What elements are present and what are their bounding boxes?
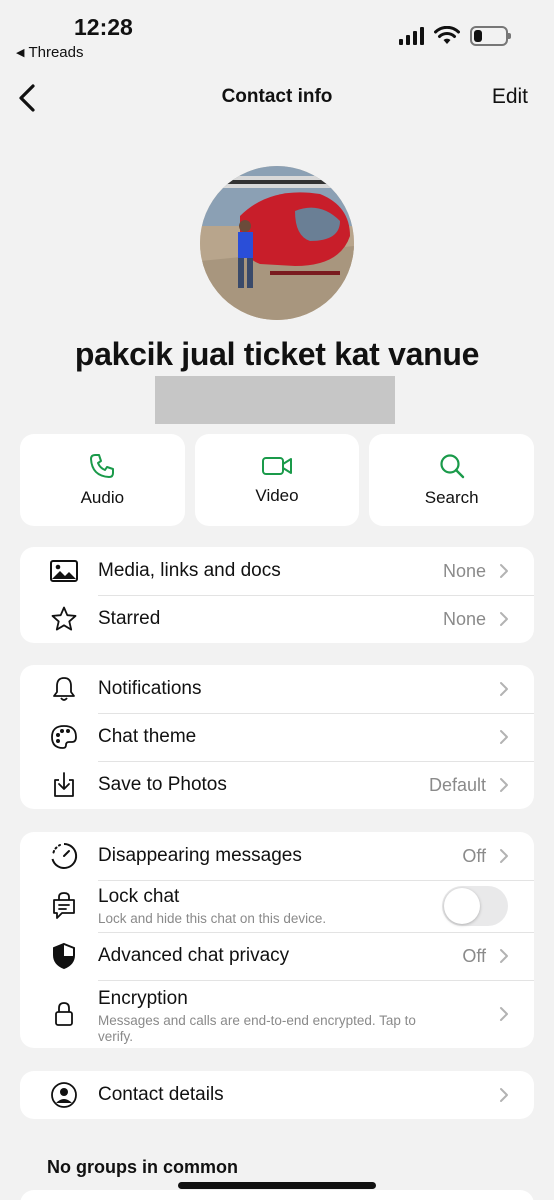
encryption-row[interactable]: Encryption Messages and calls are end-to…: [20, 980, 534, 1048]
contact-avatar[interactable]: [200, 166, 354, 320]
chevron-right-icon: [500, 778, 508, 792]
audio-label: Audio: [80, 488, 125, 507]
download-icon: [48, 769, 80, 801]
notifications-row[interactable]: Notifications: [20, 665, 534, 713]
advanced-chat-privacy-value: Off: [462, 945, 486, 966]
back-app-label: Threads: [28, 44, 84, 61]
redacted-phone-number: [155, 376, 395, 424]
chevron-right-icon: [500, 730, 508, 744]
lock-chat-row: Lock chat Lock and hide this chat on thi…: [20, 880, 534, 932]
groups-in-common-heading: No groups in common: [47, 1157, 238, 1177]
chat-theme-row[interactable]: Chat theme: [20, 713, 534, 761]
status-time: 12:28: [74, 14, 133, 40]
wifi-icon: [434, 26, 460, 44]
notifications-theme-group: Notifications Chat theme Save to Photos …: [20, 665, 534, 809]
starred-label: Starred: [98, 608, 161, 629]
media-links-docs-row[interactable]: Media, links and docs None: [20, 547, 534, 595]
contact-details-group: Contact details: [20, 1071, 534, 1119]
starred-row[interactable]: Starred None: [20, 595, 534, 643]
bell-icon: [48, 673, 80, 705]
encryption-description: Messages and calls are end-to-end encryp…: [98, 1013, 416, 1045]
lock-chat-toggle[interactable]: [442, 886, 508, 926]
edit-button[interactable]: Edit: [492, 85, 528, 109]
star-icon: [48, 603, 80, 635]
audio-call-button[interactable]: Audio: [20, 434, 185, 526]
person-circle-icon: [48, 1079, 80, 1111]
starred-value: None: [442, 608, 486, 629]
encryption-label: Encryption: [98, 988, 188, 1009]
privacy-group: Disappearing messages Off Lock chat Lock…: [20, 832, 534, 1048]
search-button[interactable]: Search: [369, 434, 535, 526]
avatar-photo: [200, 166, 354, 320]
contact-details-label: Contact details: [98, 1084, 224, 1105]
advanced-chat-privacy-label: Advanced chat privacy: [98, 945, 290, 966]
chevron-right-icon: [500, 564, 508, 578]
video-call-button[interactable]: Video: [194, 434, 360, 526]
lock-chat-description: Lock and hide this chat on this device.: [98, 911, 327, 926]
home-indicator: [178, 1182, 376, 1189]
video-label: Video: [255, 486, 299, 505]
toggle-knob: [444, 888, 480, 924]
back-to-app-link[interactable]: ◀ Threads: [16, 44, 84, 61]
shield-icon: [48, 940, 80, 972]
contact-details-row[interactable]: Contact details: [20, 1071, 534, 1119]
groups-card: [20, 1190, 534, 1200]
disappearing-messages-label: Disappearing messages: [98, 845, 302, 866]
save-to-photos-label: Save to Photos: [98, 774, 227, 795]
save-to-photos-row[interactable]: Save to Photos Default: [20, 761, 534, 809]
phone-icon: [90, 454, 115, 478]
search-label: Search: [424, 488, 479, 507]
chevron-right-icon: [500, 612, 508, 626]
status-icons: [399, 26, 511, 46]
navigation-bar: Contact info Edit: [0, 76, 554, 120]
lock-icon: [48, 998, 80, 1030]
disappearing-messages-row[interactable]: Disappearing messages Off: [20, 832, 534, 880]
page-title: Contact info: [221, 86, 333, 107]
media-value: None: [442, 560, 486, 581]
photo-icon: [48, 555, 80, 587]
lock-chat-label: Lock chat: [98, 886, 180, 907]
notifications-label: Notifications: [98, 678, 202, 699]
media-starred-group: Media, links and docs None Starred None: [20, 547, 534, 643]
video-icon: [262, 457, 292, 475]
chevron-right-icon: [500, 1088, 508, 1102]
advanced-chat-privacy-row[interactable]: Advanced chat privacy Off: [20, 932, 534, 980]
timer-icon: [48, 840, 80, 872]
palette-icon: [48, 721, 80, 753]
status-bar: 12:28 ◀ Threads: [0, 0, 554, 70]
battery-icon: [470, 26, 511, 46]
chat-lock-icon: [48, 890, 80, 922]
chevron-right-icon: [500, 682, 508, 696]
search-icon: [440, 454, 464, 479]
chevron-right-icon: [500, 949, 508, 963]
signal-icon: [399, 27, 424, 45]
back-triangle-icon: ◀: [16, 47, 25, 59]
chat-theme-label: Chat theme: [98, 726, 197, 747]
quick-actions: Audio Video Search: [20, 434, 535, 526]
disappearing-messages-value: Off: [462, 845, 486, 866]
media-label: Media, links and docs: [98, 560, 281, 581]
chevron-right-icon: [500, 849, 508, 863]
battery-level: [474, 30, 482, 42]
contact-name: pakcik jual ticket kat vanue: [74, 336, 480, 372]
save-to-photos-value: Default: [428, 774, 486, 795]
chevron-right-icon: [500, 1007, 508, 1021]
